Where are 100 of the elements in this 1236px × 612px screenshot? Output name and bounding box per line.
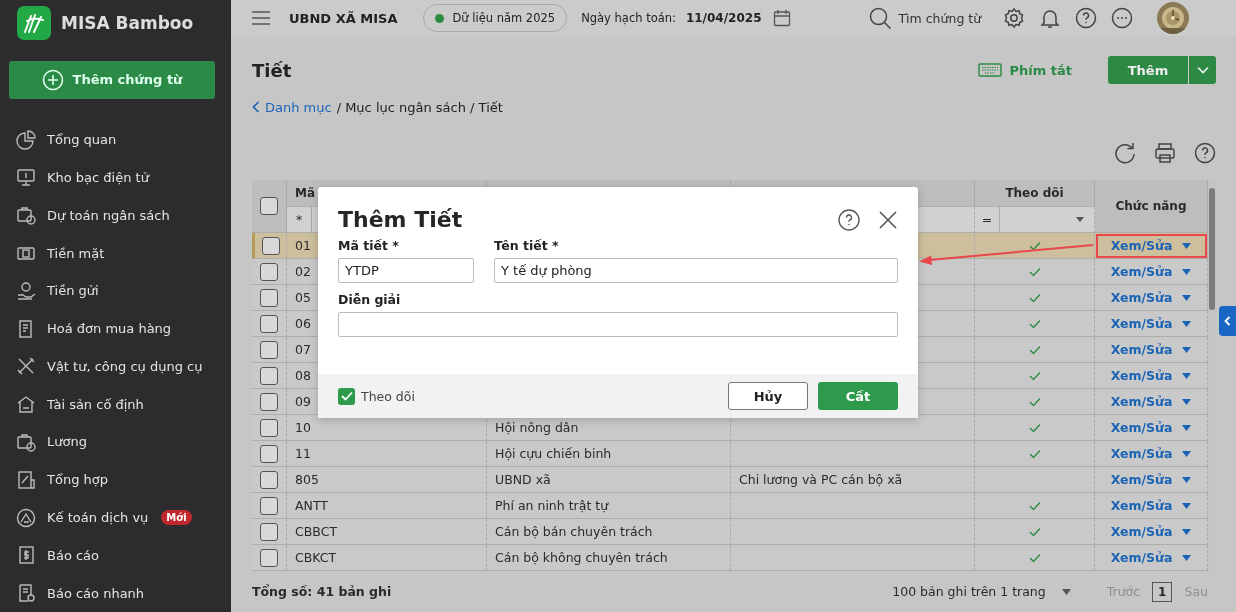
refresh-icon[interactable]: [1114, 142, 1136, 164]
checkmark-icon: [1028, 500, 1041, 511]
pie-chart-icon: [16, 129, 36, 150]
printer-icon[interactable]: [1154, 142, 1176, 164]
dropdown-icon[interactable]: [1076, 217, 1084, 222]
view-edit-link[interactable]: Xem/Sửa: [1110, 472, 1173, 487]
checkmark-icon: [1028, 266, 1041, 277]
checkmark-icon: [1028, 292, 1041, 303]
sidebar-item[interactable]: Dự toán ngân sách: [0, 196, 231, 235]
dropdown-icon[interactable]: [1182, 346, 1192, 353]
bell-icon[interactable]: [1039, 7, 1062, 29]
close-icon[interactable]: [878, 209, 898, 230]
sidebar-item[interactable]: Tiền mặt: [0, 234, 231, 272]
view-edit-link[interactable]: Xem/Sửa: [1110, 342, 1173, 357]
dropdown-icon[interactable]: [1182, 398, 1192, 405]
view-edit-link[interactable]: Xem/Sửa: [1110, 420, 1173, 435]
dropdown-icon[interactable]: [1182, 450, 1192, 457]
input-field[interactable]: Y tế dự phòng: [494, 258, 898, 283]
column-header: Theo dõi: [975, 180, 1095, 207]
chevron-down-icon: [1196, 66, 1209, 74]
search-icon: [869, 6, 893, 30]
checkbox[interactable]: [260, 314, 278, 333]
sidebar-item[interactable]: Tổng hợp: [0, 460, 231, 499]
view-edit-link[interactable]: Xem/Sửa: [1110, 368, 1173, 383]
checkbox[interactable]: [260, 470, 278, 489]
dropdown-icon[interactable]: [1182, 528, 1192, 535]
checkbox[interactable]: [260, 496, 278, 515]
hand-coin-icon: [16, 280, 36, 301]
view-edit-link[interactable]: Xem/Sửa: [1110, 394, 1173, 409]
dropdown-icon[interactable]: [1182, 372, 1192, 379]
help-icon[interactable]: [838, 208, 860, 231]
dropdown-icon[interactable]: [1182, 554, 1192, 561]
column-header: Chức năng: [1095, 180, 1208, 233]
checkbox[interactable]: [260, 288, 278, 307]
view-edit-link[interactable]: Xem/Sửa: [1110, 524, 1173, 539]
add-menu-button[interactable]: [1188, 56, 1216, 84]
view-edit-link[interactable]: Xem/Sửa: [1110, 290, 1173, 305]
filter-operator[interactable]: *: [287, 207, 312, 232]
checkbox[interactable]: [261, 236, 280, 255]
sidebar-item[interactable]: Vật tư, công cụ dụng cụ: [0, 347, 231, 386]
checkbox[interactable]: [260, 548, 278, 567]
sidebar-item[interactable]: Tổng quan: [0, 120, 231, 159]
sidebar-item[interactable]: Tiền gửi: [0, 271, 231, 310]
view-edit-link[interactable]: Xem/Sửa: [1110, 316, 1173, 331]
table-row[interactable]: CBKCT Cán bộ không chuyên trách Xem/Sửa: [252, 545, 1208, 571]
dropdown-icon[interactable]: [1182, 424, 1192, 431]
table-row[interactable]: ANTT Phí an ninh trật tự Xem/Sửa: [252, 493, 1208, 519]
help-icon[interactable]: [1194, 142, 1216, 164]
side-panel-toggle[interactable]: [1219, 306, 1236, 336]
sidebar-item[interactable]: Báo cáo nhanh: [0, 574, 231, 612]
checkbox[interactable]: [338, 387, 355, 405]
checkbox[interactable]: [260, 366, 278, 385]
filter-operator[interactable]: =: [975, 207, 1000, 232]
checkbox[interactable]: [260, 262, 278, 281]
sidebar-item[interactable]: Báo cáo: [0, 536, 231, 575]
dropdown-icon[interactable]: [1182, 476, 1192, 483]
table-cell: Cán bộ không chuyên trách: [487, 545, 731, 571]
sidebar-item[interactable]: Kho bạc điện tử: [0, 158, 231, 197]
view-edit-link[interactable]: Xem/Sửa: [1110, 550, 1173, 565]
field-label: Diễn giải: [338, 292, 402, 307]
add-voucher-button[interactable]: Thêm chứng từ: [9, 61, 215, 99]
table-row[interactable]: 805 UBND xã Chi lương và PC cán bộ xã Xem/Sửa: [252, 467, 1208, 493]
sidebar-item[interactable]: Kế toán dịch vụ Mới: [0, 498, 231, 537]
cancel-button[interactable]: Hủy: [728, 382, 808, 410]
save-button[interactable]: Cất: [818, 382, 898, 410]
dropdown-icon[interactable]: [1182, 242, 1192, 249]
search-button[interactable]: Tìm chứng từ: [863, 5, 988, 31]
chevron-left-icon[interactable]: [252, 101, 260, 113]
more-icon[interactable]: [1111, 7, 1134, 29]
input-field[interactable]: YTDP: [338, 258, 474, 283]
dropdown-icon[interactable]: [1182, 320, 1192, 327]
dropdown-icon[interactable]: [1182, 502, 1192, 509]
sidebar-item[interactable]: Lương: [0, 423, 231, 461]
sidebar-item[interactable]: Tài sản cố định: [0, 385, 231, 424]
view-edit-link[interactable]: Xem/Sửa: [1110, 498, 1173, 513]
dropdown-icon[interactable]: [1182, 268, 1192, 275]
dropdown-icon[interactable]: [1182, 294, 1192, 301]
checkbox[interactable]: [260, 522, 278, 541]
view-edit-link[interactable]: Xem/Sửa: [1110, 264, 1173, 279]
add-button[interactable]: Thêm: [1108, 56, 1188, 84]
table-row[interactable]: 10 Hội nông dân Xem/Sửa: [252, 415, 1208, 441]
checkbox[interactable]: [260, 418, 278, 437]
page-size-select[interactable]: 100 bản ghi trên 1 trang: [886, 583, 1077, 600]
table-row[interactable]: CBBCT Cán bộ bán chuyên trách Xem/Sửa: [252, 519, 1208, 545]
checkbox[interactable]: [260, 392, 278, 411]
checkbox[interactable]: [260, 340, 278, 359]
settings-icon[interactable]: [1003, 7, 1026, 29]
help-icon[interactable]: [1075, 7, 1098, 29]
view-edit-link[interactable]: Xem/Sửa: [1110, 446, 1173, 461]
page-number[interactable]: 1: [1152, 581, 1173, 602]
input-field[interactable]: [338, 312, 898, 337]
sidebar-item[interactable]: Hoá đơn mua hàng: [0, 309, 231, 348]
checkbox[interactable]: [260, 444, 278, 463]
checkmark-icon: [1028, 552, 1041, 563]
checkmark-icon: [1028, 396, 1041, 407]
calendar-icon[interactable]: [773, 9, 792, 27]
checkbox[interactable]: [260, 197, 278, 215]
checkmark-icon: [1028, 240, 1041, 251]
menu-icon[interactable]: [251, 10, 271, 26]
table-row[interactable]: 11 Hội cựu chiến binh Xem/Sửa: [252, 441, 1208, 467]
